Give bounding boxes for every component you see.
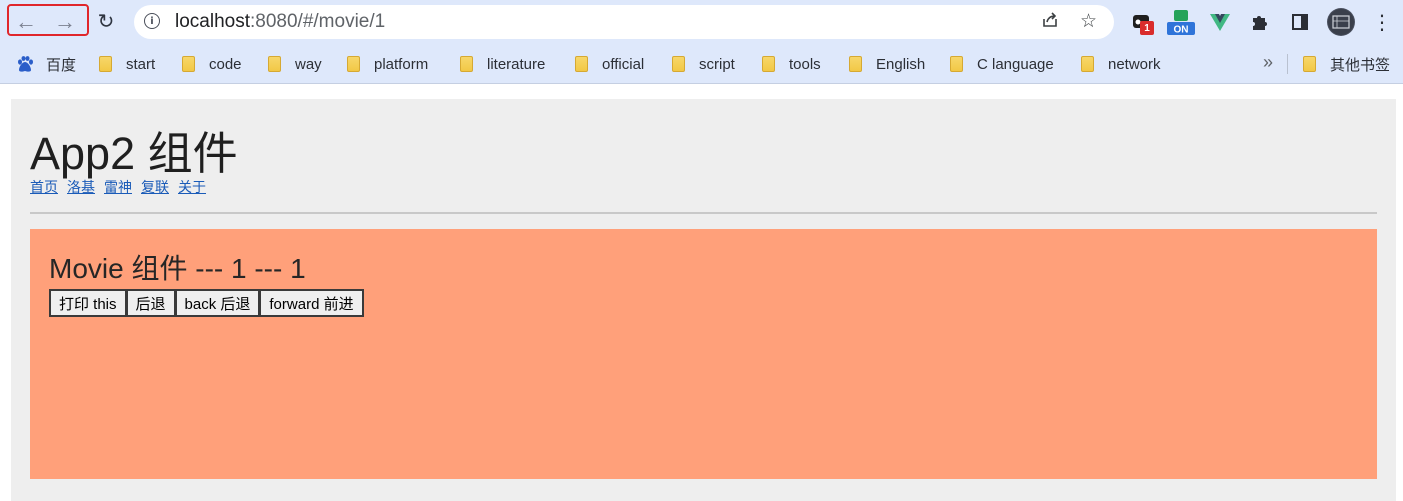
folder-icon xyxy=(1303,56,1316,72)
bookmark-folder-literature[interactable]: literature xyxy=(460,53,545,75)
bookmarks-bar: 百度 start code way platform literature of… xyxy=(0,44,1403,84)
bookmark-folder-script[interactable]: script xyxy=(672,53,735,75)
bookmark-folder-network[interactable]: network xyxy=(1081,53,1161,75)
arrow-right-icon[interactable]: → xyxy=(51,8,79,36)
folder-icon xyxy=(849,56,862,72)
bookmark-folder-way[interactable]: way xyxy=(268,53,322,75)
folder-icon xyxy=(99,56,112,72)
bookmark-folder-platform[interactable]: platform xyxy=(347,53,428,75)
folder-icon xyxy=(347,56,360,72)
url-text[interactable]: localhost:8080/#/movie/1 xyxy=(175,11,385,33)
app-container: App2 组件 首页 洛基 雷神 复联 关于 Movie 组件 --- 1 --- 1 … xyxy=(11,99,1396,501)
address-bar[interactable]: i localhost:8080/#/movie/1 ☆ xyxy=(134,5,1114,39)
folder-icon xyxy=(672,56,685,72)
bookmarks-divider xyxy=(1287,54,1288,74)
app-title: App2 组件 xyxy=(30,128,238,179)
reload-icon[interactable]: ↻ xyxy=(92,8,120,36)
extension-badge: 1 xyxy=(1140,21,1154,35)
bookmark-folder-code[interactable]: code xyxy=(182,53,242,75)
folder-icon xyxy=(762,56,775,72)
side-panel-icon[interactable] xyxy=(1288,10,1312,34)
forward-button[interactable]: forward 前进 xyxy=(260,289,364,317)
bookmark-folder-c-language[interactable]: C language xyxy=(950,53,1054,75)
baidu-paw-icon xyxy=(16,55,34,73)
bookmark-folder-tools[interactable]: tools xyxy=(762,53,821,75)
divider xyxy=(30,212,1377,214)
bookmark-star-icon[interactable]: ☆ xyxy=(1080,10,1097,33)
nav-link-loki[interactable]: 洛基 xyxy=(67,179,95,195)
nav-link-about[interactable]: 关于 xyxy=(178,179,206,195)
arrow-left-icon[interactable]: ← xyxy=(12,8,40,36)
extension-icon[interactable]: 1 xyxy=(1129,10,1154,35)
folder-icon xyxy=(460,56,473,72)
browser-toolbar: ← → ↻ i localhost:8080/#/movie/1 ☆ 1 ON … xyxy=(0,0,1403,44)
bookmark-baidu[interactable]: 百度 xyxy=(16,53,76,75)
folder-icon xyxy=(950,56,963,72)
folder-icon xyxy=(575,56,588,72)
bookmark-folder-start[interactable]: start xyxy=(99,53,155,75)
info-icon[interactable]: i xyxy=(144,13,160,29)
app-nav: 首页 洛基 雷神 复联 关于 xyxy=(30,177,215,197)
nav-link-avengers[interactable]: 复联 xyxy=(141,179,169,195)
vue-devtools-icon[interactable] xyxy=(1208,10,1232,34)
svg-text:ON: ON xyxy=(1174,25,1189,36)
bookmark-folder-official[interactable]: official xyxy=(575,53,644,75)
bookmark-folder-english[interactable]: English xyxy=(849,53,925,75)
kebab-menu-icon[interactable]: ⋮ xyxy=(1370,10,1394,34)
movie-title: Movie 组件 --- 1 --- 1 xyxy=(49,253,306,284)
bookmarks-overflow-chevron[interactable]: » xyxy=(1263,52,1273,73)
avatar[interactable] xyxy=(1327,8,1355,36)
puzzle-icon[interactable] xyxy=(1248,10,1272,34)
folder-icon xyxy=(1081,56,1094,72)
movie-component: Movie 组件 --- 1 --- 1 打印 this 后退 back 后退 … xyxy=(30,229,1377,479)
nav-link-home[interactable]: 首页 xyxy=(30,179,58,195)
folder-icon xyxy=(182,56,195,72)
bookmark-folder-other[interactable]: 其他书签 xyxy=(1303,53,1390,75)
share-icon[interactable] xyxy=(1040,10,1060,36)
folder-icon xyxy=(268,56,281,72)
nav-link-thor[interactable]: 雷神 xyxy=(104,179,132,195)
movie-button-row: 打印 this 后退 back 后退 forward 前进 xyxy=(49,289,364,317)
extension-on-icon[interactable]: ON xyxy=(1167,10,1195,36)
print-this-button[interactable]: 打印 this xyxy=(49,289,127,317)
back-button[interactable]: back 后退 xyxy=(175,289,261,317)
go-back-button[interactable]: 后退 xyxy=(126,289,176,317)
